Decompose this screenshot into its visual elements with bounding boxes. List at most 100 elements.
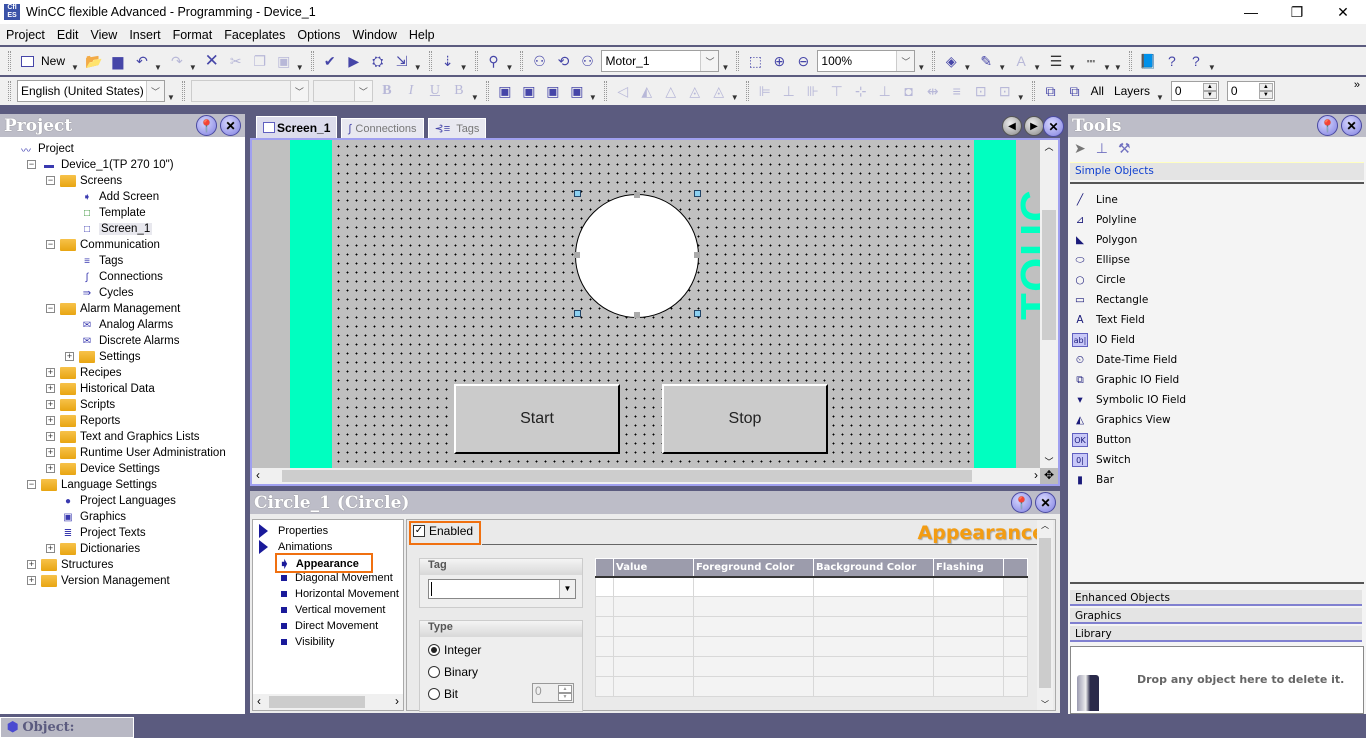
nav-vertical-movement[interactable]: Vertical movement: [253, 604, 385, 616]
resize-handle[interactable]: [574, 252, 580, 258]
toolbar-grip[interactable]: [603, 81, 607, 101]
tool-item[interactable]: ▭ Rectangle: [1072, 292, 1148, 308]
check-consistency-icon[interactable]: ✔: [320, 51, 340, 71]
tree-item[interactable]: ▣ Graphics: [60, 509, 126, 525]
close-icon[interactable]: ✕: [1035, 492, 1056, 513]
tree-item[interactable]: + Version Management: [27, 573, 170, 589]
tree-item[interactable]: + Scripts: [46, 397, 115, 413]
scroll-thumb[interactable]: [1039, 538, 1051, 688]
bold-icon[interactable]: B: [377, 81, 397, 101]
tree-item[interactable]: 〰 Project: [18, 141, 74, 157]
tab-connections[interactable]: ∫ Connections: [341, 118, 424, 138]
scroll-left-icon[interactable]: ‹: [257, 694, 261, 708]
table-cell[interactable]: [693, 656, 814, 677]
resize-handle[interactable]: [574, 190, 581, 197]
tree-item[interactable]: − Alarm Management: [46, 301, 180, 317]
overflow-icon[interactable]: ▼: [471, 93, 479, 102]
tool-item[interactable]: ◭ Graphics View: [1072, 412, 1171, 428]
table-cell[interactable]: [595, 676, 614, 697]
toolbar-grip[interactable]: [1128, 51, 1132, 71]
tree-item[interactable]: + Structures: [27, 557, 113, 573]
toolbar-grip[interactable]: [932, 51, 936, 71]
toolbar-grip[interactable]: [8, 81, 11, 101]
table-cell[interactable]: [595, 616, 614, 637]
collapse-icon[interactable]: −: [27, 160, 36, 169]
scroll-down-icon[interactable]: ﹀: [1040, 455, 1058, 468]
category-enhanced-objects[interactable]: Enhanced Objects: [1070, 590, 1362, 606]
resize-handle[interactable]: [694, 252, 700, 258]
strikethrough-icon[interactable]: B: [449, 81, 469, 101]
tree-item[interactable]: + Historical Data: [46, 381, 155, 397]
line-color-dropdown-icon[interactable]: ▼: [998, 63, 1006, 72]
toolbar-grip[interactable]: [1031, 81, 1035, 101]
tree-item[interactable]: + Text and Graphics Lists: [46, 429, 200, 445]
fill-color-icon[interactable]: ◈: [941, 51, 961, 71]
table-cell[interactable]: [693, 596, 814, 617]
tree-item[interactable]: − ▬ Device_1(TP 270 10"): [27, 157, 174, 173]
bring-forward-icon[interactable]: ▣: [543, 81, 563, 101]
scroll-up-icon[interactable]: ︿: [1040, 140, 1058, 153]
space-vertical-icon[interactable]: ≡: [947, 81, 967, 101]
nav-direct-movement[interactable]: Direct Movement: [253, 620, 378, 632]
expand-icon[interactable]: +: [46, 464, 55, 473]
layer-spinner-2[interactable]: 0 ▲ ▼: [1226, 81, 1275, 101]
overflow-icon[interactable]: ▼: [1208, 63, 1216, 72]
table-cell[interactable]: [813, 576, 934, 597]
toolbar-grip[interactable]: [474, 51, 478, 71]
tool-item[interactable]: OK Button: [1072, 432, 1131, 448]
tree-item[interactable]: − Screens: [46, 173, 122, 189]
layer-down-icon[interactable]: ⧉: [1041, 81, 1061, 101]
layer-up-icon[interactable]: ⧉: [1065, 81, 1085, 101]
tree-item[interactable]: − Language Settings: [27, 477, 157, 493]
collapse-icon[interactable]: −: [46, 240, 55, 249]
table-cell[interactable]: [933, 596, 1004, 617]
chevron-down-icon[interactable]: ▼: [559, 580, 575, 598]
expand-icon[interactable]: +: [46, 368, 55, 377]
chevron-down-icon[interactable]: ﹀: [353, 81, 372, 101]
table-cell[interactable]: [1003, 576, 1028, 597]
table-cell[interactable]: [933, 576, 1004, 597]
resize-handle[interactable]: [694, 190, 701, 197]
menu-insert[interactable]: Insert: [123, 28, 166, 42]
tree-item[interactable]: + Settings: [65, 349, 141, 365]
close-editor-icon[interactable]: ✕: [1043, 116, 1064, 137]
zoom-in-icon[interactable]: ⊕: [769, 51, 789, 71]
toolbar-grip[interactable]: [310, 51, 314, 71]
tree-item[interactable]: ✉ Discrete Alarms: [79, 333, 180, 349]
font-color-dropdown-icon[interactable]: ▼: [1033, 63, 1041, 72]
spin-up-icon[interactable]: ▲: [1258, 83, 1273, 91]
spin-down-icon[interactable]: ▼: [1258, 91, 1273, 99]
table-cell[interactable]: [613, 576, 694, 597]
rotate-cw-icon[interactable]: ◬: [709, 81, 729, 101]
scroll-down-icon[interactable]: ﹀: [1037, 699, 1053, 710]
horizontal-scrollbar[interactable]: ‹ ›: [252, 468, 1042, 484]
spin-down-icon[interactable]: ▼: [1202, 91, 1217, 99]
tree-item[interactable]: ● Project Languages: [60, 493, 176, 509]
restore-button[interactable]: ❐: [1274, 0, 1320, 24]
tree-item[interactable]: ≣ Project Texts: [60, 525, 146, 541]
language-select[interactable]: English (United States) ﹀: [17, 80, 165, 102]
spin-down-icon[interactable]: ▼: [558, 693, 572, 701]
category-graphics[interactable]: Graphics: [1070, 608, 1362, 624]
table-cell[interactable]: [693, 636, 814, 657]
expand-icon[interactable]: +: [46, 400, 55, 409]
chevron-down-icon[interactable]: ﹀: [146, 81, 164, 101]
layers-all-button[interactable]: All: [1091, 84, 1104, 98]
toolbar-grip[interactable]: [428, 51, 432, 71]
nav-horizontal-movement[interactable]: Horizontal Movement: [253, 588, 399, 600]
toolbar-grip[interactable]: [485, 81, 489, 101]
table-row[interactable]: [595, 676, 1028, 697]
import-icon[interactable]: ⇣: [438, 51, 458, 71]
tree-item[interactable]: + Device Settings: [46, 461, 160, 477]
same-height-icon[interactable]: ⊡: [995, 81, 1015, 101]
close-icon[interactable]: ✕: [1341, 115, 1362, 136]
table-cell[interactable]: [693, 676, 814, 697]
tab-screen-1[interactable]: Screen_1: [256, 116, 338, 138]
resize-handle[interactable]: [634, 192, 640, 198]
radio-bit[interactable]: Bit: [428, 687, 458, 701]
tool-item[interactable]: ⏲ Date-Time Field: [1072, 352, 1177, 368]
tag-select[interactable]: ▼: [428, 579, 576, 599]
tree-item[interactable]: ≡ Tags: [79, 253, 123, 269]
find-in-project-icon[interactable]: ⚲: [484, 51, 504, 71]
scroll-right-icon[interactable]: ›: [395, 694, 399, 708]
